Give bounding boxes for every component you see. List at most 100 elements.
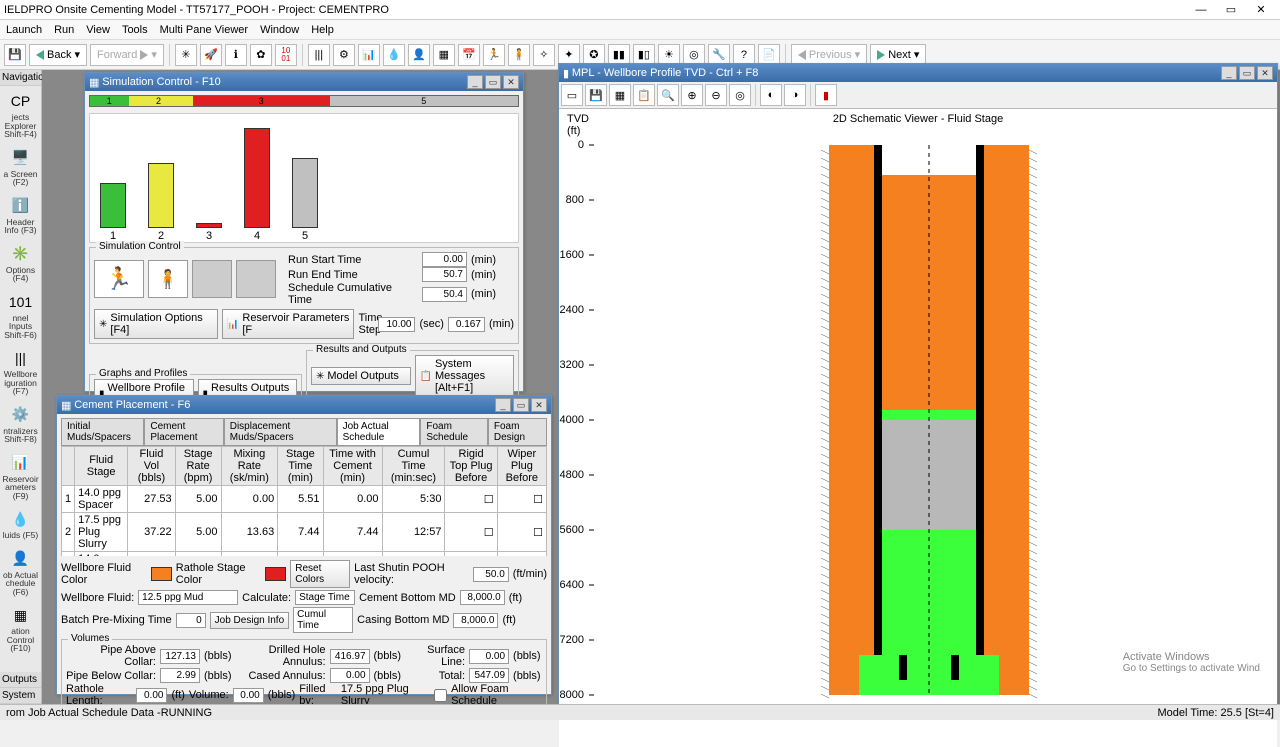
statusbar: rom Job Actual Schedule Data -RUNNING Mo… (0, 704, 1280, 720)
gear-icon[interactable]: ⚙ (333, 44, 355, 66)
svg-text:4000: 4000 (560, 414, 584, 426)
wellbore-color-swatch[interactable] (151, 567, 172, 581)
close-button[interactable]: ✕ (1246, 3, 1276, 16)
profile-toolbar: ▭ 💾 ▦ 📋 🔍 ⊕ ⊖ ◎ ◐ ◑ ▮ (559, 82, 1277, 109)
target-icon[interactable]: ◎ (729, 84, 751, 106)
timestep-min-input[interactable]: 0.167 (448, 317, 485, 332)
sidebar-item-9[interactable]: 👤ob Actual chedule (F6) (0, 544, 41, 601)
close-icon[interactable]: ✕ (531, 398, 547, 412)
calculate-select[interactable]: Stage Time (295, 590, 355, 605)
grid-icon[interactable]: ▦ (609, 84, 631, 106)
reset-colors-button[interactable]: Reset Colors (290, 560, 350, 588)
tab-0[interactable]: Initial Muds/Spacers (61, 418, 144, 445)
save-icon[interactable]: 💾 (585, 84, 607, 106)
tab-5[interactable]: Foam Design (488, 418, 547, 445)
run-green-icon[interactable]: 🏃 (483, 44, 505, 66)
sidebar-item-5[interactable]: |||Wellbore iguration (F7) (0, 343, 41, 400)
run-red-icon[interactable]: 🧍 (508, 44, 530, 66)
tab-4[interactable]: Foam Schedule (420, 418, 488, 445)
sim-options-button[interactable]: ✳ Simulation Options [F4] (94, 309, 218, 339)
save-icon[interactable]: 💾 (4, 44, 26, 66)
menubar: Launch Run View Tools Multi Pane Viewer … (0, 20, 1280, 40)
misc-icon[interactable]: ◐ (760, 84, 782, 106)
model-outputs-button[interactable]: ✳ Model Outputs (311, 367, 411, 385)
max-icon[interactable]: ▭ (485, 75, 501, 89)
sidebar-outputs-tab[interactable]: Outputs (0, 672, 41, 688)
zoom-icon[interactable]: 🔍 (657, 84, 679, 106)
person-icon[interactable]: 👤 (408, 44, 430, 66)
misc2-icon[interactable]: ◑ (784, 84, 806, 106)
step-button[interactable] (236, 260, 276, 298)
sidebar-item-1[interactable]: 🖥️a Screen (F2) (0, 143, 41, 191)
calendar-icon[interactable]: 📅 (458, 44, 480, 66)
rocket-icon[interactable]: 🚀 (200, 44, 222, 66)
rathole-color-swatch[interactable] (265, 567, 286, 581)
wellbore-fluid-select[interactable]: 12.5 ppg Mud (138, 590, 238, 605)
timestep-sec-input[interactable]: 10.00 (378, 317, 415, 332)
close-icon[interactable]: ✕ (503, 75, 519, 89)
tab-2[interactable]: Displacement Muds/Spacers (224, 418, 337, 445)
maximize-button[interactable]: ▭ (1216, 3, 1246, 16)
pipes-icon[interactable]: ||| (308, 44, 330, 66)
misc1-icon[interactable]: ✧ (533, 44, 555, 66)
tool1-icon[interactable]: ▭ (561, 84, 583, 106)
menu-tools[interactable]: Tools (122, 24, 148, 36)
menu-multipane[interactable]: Multi Pane Viewer (160, 24, 248, 36)
pause-button[interactable] (192, 260, 232, 298)
cement-btm-input[interactable]: 8,000.0 (460, 590, 505, 605)
grid-icon[interactable]: ▦ (433, 44, 455, 66)
cumul-select[interactable]: Cumul Time (293, 607, 353, 633)
close-icon[interactable]: ✕ (1257, 66, 1273, 80)
menu-launch[interactable]: Launch (6, 24, 42, 36)
run-start-input[interactable]: 0.00 (422, 252, 467, 267)
forward-button[interactable]: Forward▾ (90, 44, 164, 66)
sidebar-system-tab[interactable]: System (0, 688, 41, 704)
min-icon[interactable]: _ (495, 398, 511, 412)
zoomin-icon[interactable]: ⊕ (681, 84, 703, 106)
sidebar-item-2[interactable]: ℹ️Header Info (F3) (0, 191, 41, 239)
menu-help[interactable]: Help (311, 24, 334, 36)
copy-icon[interactable]: 📋 (633, 84, 655, 106)
min-icon[interactable]: _ (1221, 66, 1237, 80)
reservoir-params-button[interactable]: 📊 Reservoir Parameters [F (222, 309, 355, 339)
stop-button[interactable]: 🧍 (148, 260, 188, 298)
sidebar-item-4[interactable]: 101nnel Inputs Shift-F6) (0, 287, 41, 344)
flag-icon[interactable]: ▮ (815, 84, 837, 106)
tool-icon[interactable]: ✳ (175, 44, 197, 66)
sched-cum-input[interactable]: 50.4 (422, 287, 467, 302)
casing-btm-input[interactable]: 8,000.0 (453, 613, 498, 628)
menu-window[interactable]: Window (260, 24, 299, 36)
max-icon[interactable]: ▭ (513, 398, 529, 412)
sidebar-item-8[interactable]: 💧luids (F5) (0, 504, 41, 544)
job-design-button[interactable]: Job Design Info (210, 612, 290, 629)
svg-text:800: 800 (566, 194, 584, 206)
tvd-label: TVD(ft) (567, 113, 589, 137)
sidebar-item-7[interactable]: 📊Reservoir ameters (F9) (0, 448, 41, 505)
sidebar-item-6[interactable]: ⚙️ntralizers Shift-F8) (0, 400, 41, 448)
min-icon[interactable]: _ (467, 75, 483, 89)
menu-run[interactable]: Run (54, 24, 74, 36)
schedule-table[interactable]: Fluid StageFluid Vol (bbls)Stage Rate (b… (61, 446, 547, 556)
back-button[interactable]: Back▾ (29, 44, 87, 66)
shutin-vel-input[interactable]: 50.0 (473, 567, 509, 582)
batch-input[interactable]: 0 (176, 613, 206, 628)
minimize-button[interactable]: — (1186, 4, 1216, 16)
run-button[interactable]: 🏃 (94, 260, 144, 298)
sidebar-item-3[interactable]: ✳️Options (F4) (0, 239, 41, 287)
sidebar-item-10[interactable]: ▦ation Control (F10) (0, 600, 41, 657)
reservoir-icon[interactable]: 📊 (358, 44, 380, 66)
run-end-input[interactable]: 50.7 (422, 267, 467, 282)
system-messages-button[interactable]: 📋 System Messages [Alt+F1] (415, 355, 515, 397)
max-icon[interactable]: ▭ (1239, 66, 1255, 80)
drop-icon[interactable]: 💧 (383, 44, 405, 66)
svg-text:3200: 3200 (560, 359, 584, 371)
info-icon[interactable]: ℹ (225, 44, 247, 66)
binary-icon[interactable]: 1001 (275, 44, 297, 66)
menu-view[interactable]: View (86, 24, 110, 36)
zoomout-icon[interactable]: ⊖ (705, 84, 727, 106)
clover-icon[interactable]: ✿ (250, 44, 272, 66)
tab-3[interactable]: Job Actual Schedule (337, 418, 421, 445)
sidebar-item-0[interactable]: CPjects Explorer Shift-F4) (0, 86, 41, 143)
tab-1[interactable]: Cement Placement (144, 418, 223, 445)
foam-checkbox[interactable] (434, 689, 447, 702)
